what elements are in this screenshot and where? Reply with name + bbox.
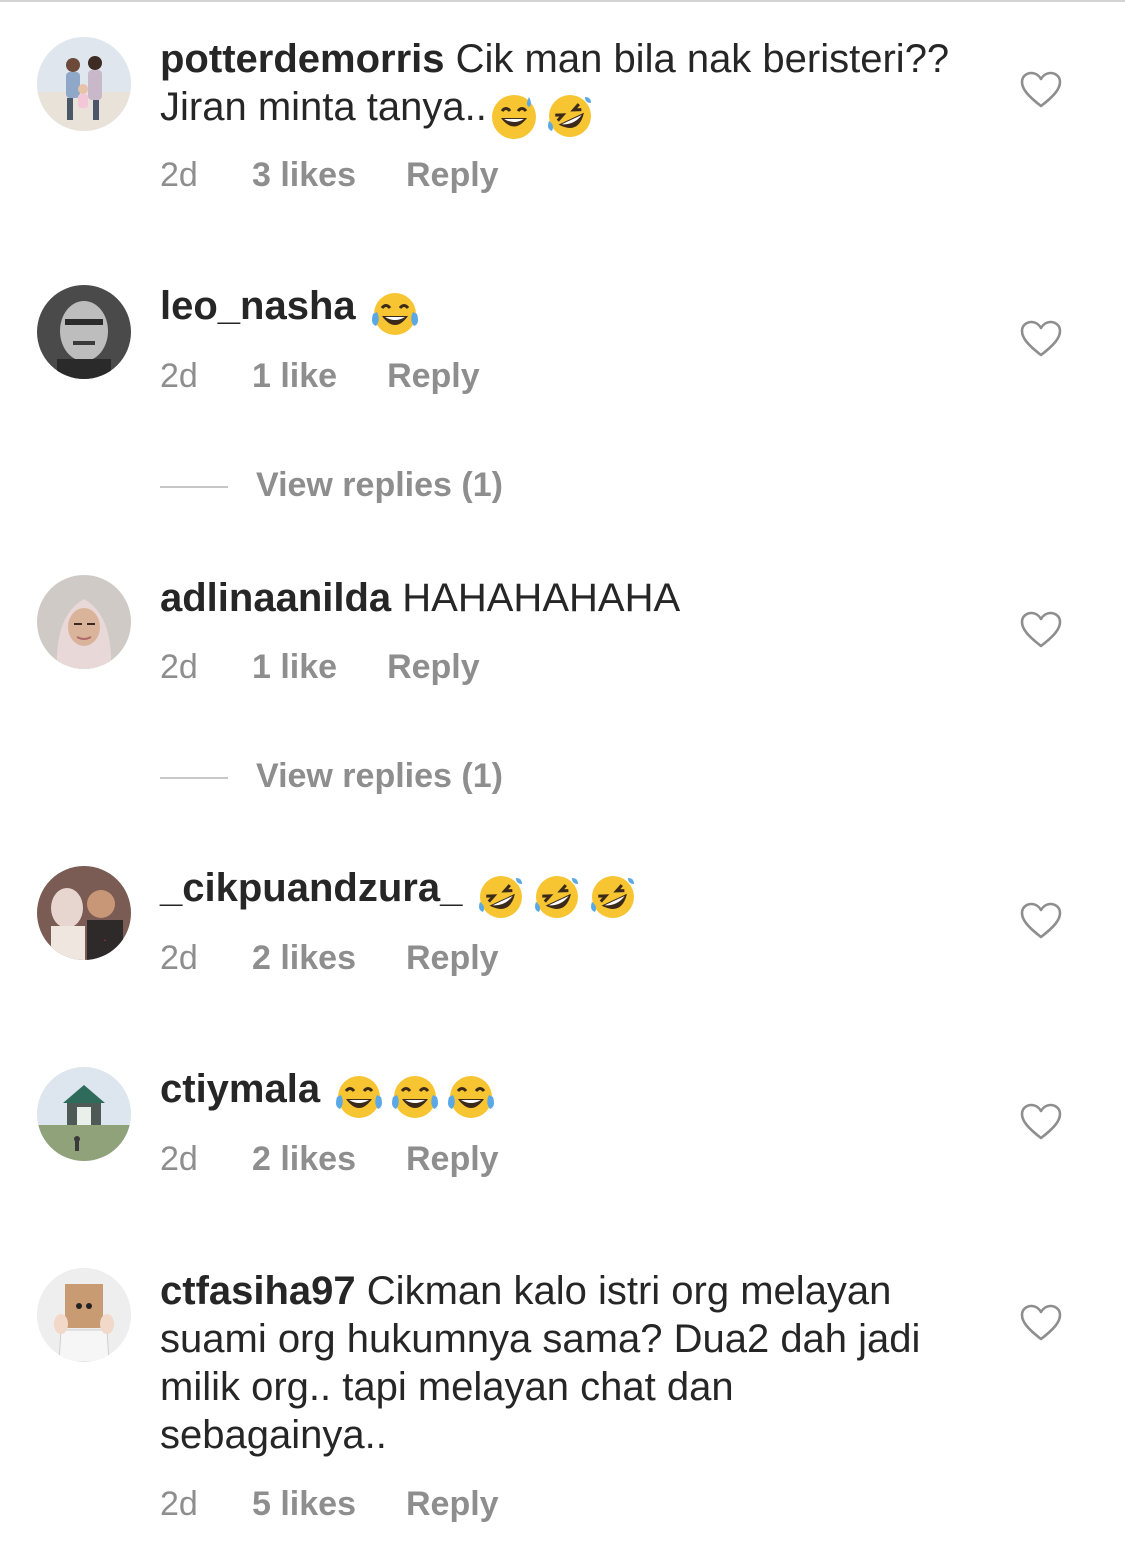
comment-text: ctiymala [160, 1065, 960, 1123]
emoji-row [489, 91, 601, 141]
comment-time: 2d [160, 1140, 198, 1178]
rofl-emoji [476, 872, 526, 922]
comment-time: 2d [160, 357, 198, 395]
comment-text: ctfasiha97 Cikman kalo istri org melayan… [160, 1267, 960, 1459]
heart-icon[interactable] [1020, 1103, 1062, 1141]
avatar[interactable] [37, 1067, 131, 1161]
tears-of-joy-emoji [446, 1073, 496, 1123]
tears-of-joy-emoji [334, 1073, 384, 1123]
heart-icon[interactable] [1020, 1304, 1062, 1342]
heart-icon[interactable] [1020, 71, 1062, 109]
comment-time: 2d [160, 648, 198, 686]
avatar[interactable] [37, 285, 131, 379]
comment-meta: 2d 3 likes Reply [160, 155, 499, 195]
emoji-row [334, 1073, 502, 1123]
likes-count[interactable]: 2 likes [252, 938, 356, 978]
comment-username[interactable]: potterdemorris [160, 37, 445, 81]
reply-button[interactable]: Reply [387, 647, 480, 687]
avatar[interactable] [37, 37, 131, 131]
grinning-sweat-emoji [489, 91, 539, 141]
rofl-emoji [545, 91, 595, 141]
likes-count[interactable]: 5 likes [252, 1484, 356, 1524]
reply-button[interactable]: Reply [406, 155, 499, 195]
comment-text: _cikpuandzura_ [160, 864, 960, 922]
comment-username[interactable]: leo_nasha [160, 284, 356, 328]
avatar[interactable] [37, 575, 131, 669]
comment-time: 2d [160, 156, 198, 194]
avatar[interactable]: · [37, 866, 131, 960]
comment-meta: 2d 1 like Reply [160, 647, 480, 687]
tears-of-joy-emoji [370, 290, 420, 340]
rofl-emoji [532, 872, 582, 922]
replies-divider [160, 777, 228, 780]
comment-time: 2d [160, 939, 198, 977]
comment-text: leo_nasha [160, 282, 960, 340]
comment-meta: 2d 1 like Reply [160, 356, 480, 396]
heart-icon[interactable] [1020, 320, 1062, 358]
view-replies-label: View replies (1) [256, 757, 503, 795]
avatar[interactable] [37, 1268, 131, 1362]
tears-of-joy-emoji [390, 1073, 440, 1123]
comment-text: potterdemorris Cik man bila nak berister… [160, 35, 960, 141]
comment-username[interactable]: _cikpuandzura_ [160, 866, 462, 910]
likes-count[interactable]: 2 likes [252, 1139, 356, 1179]
likes-count[interactable]: 3 likes [252, 155, 356, 195]
comment-body: HAHAHAHAHA [402, 576, 681, 620]
comment-time: 2d [160, 1485, 198, 1523]
top-divider [0, 0, 1125, 2]
reply-button[interactable]: Reply [406, 1484, 499, 1524]
view-replies-button[interactable]: View replies (1) [160, 756, 503, 796]
reply-button[interactable]: Reply [406, 1139, 499, 1179]
svg-text:·: · [103, 936, 106, 947]
comment-username[interactable]: ctiymala [160, 1067, 320, 1111]
comment-username[interactable]: ctfasiha97 [160, 1269, 356, 1313]
heart-icon[interactable] [1020, 611, 1062, 649]
view-replies-button[interactable]: View replies (1) [160, 465, 503, 505]
comment-username[interactable]: adlinaanilda [160, 576, 391, 620]
emoji-row [370, 290, 426, 340]
likes-count[interactable]: 1 like [252, 647, 337, 687]
comment-meta: 2d 5 likes Reply [160, 1484, 499, 1524]
comment-text: adlinaanilda HAHAHAHAHA [160, 574, 960, 622]
comment-meta: 2d 2 likes Reply [160, 938, 499, 978]
replies-divider [160, 486, 228, 489]
likes-count[interactable]: 1 like [252, 356, 337, 396]
rofl-emoji [588, 872, 638, 922]
reply-button[interactable]: Reply [387, 356, 480, 396]
reply-button[interactable]: Reply [406, 938, 499, 978]
emoji-row [476, 872, 644, 922]
comment-meta: 2d 2 likes Reply [160, 1139, 499, 1179]
heart-icon[interactable] [1020, 902, 1062, 940]
view-replies-label: View replies (1) [256, 466, 503, 504]
